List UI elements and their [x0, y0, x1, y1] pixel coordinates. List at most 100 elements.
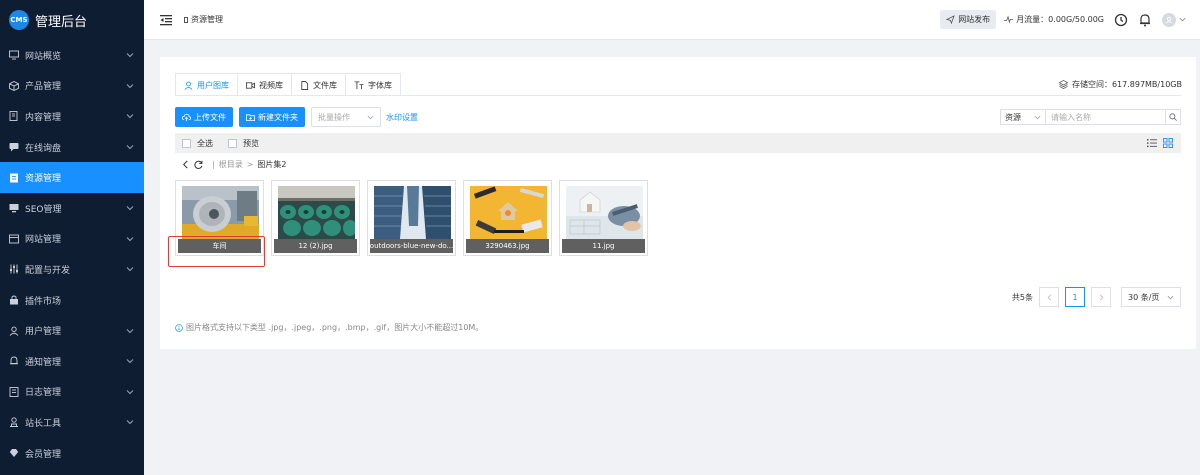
traffic-label: 月流量：0.00G/50.00G: [1016, 15, 1104, 24]
selected-item-highlight: [168, 236, 265, 267]
preview-checkbox[interactable]: [228, 138, 237, 148]
tab-label: 文件库: [313, 80, 337, 90]
file-name: outdoors-blue-new-do...: [370, 239, 453, 253]
upload-label: 上传文件: [194, 112, 226, 122]
log-icon: [9, 386, 19, 397]
history-icon[interactable]: [1114, 13, 1128, 27]
upload-button[interactable]: 上传文件: [175, 107, 233, 127]
file-card[interactable]: 3290463.jpg: [463, 180, 552, 256]
sidebar-item-bell[interactable]: 通知管理: [0, 346, 144, 377]
selection-bar: 全选 预览: [175, 133, 1181, 153]
chevron-down-icon: [1167, 295, 1174, 299]
sidebar-item-chat[interactable]: 在线询盘: [0, 132, 144, 163]
plugin-icon: [10, 295, 18, 305]
watermark-settings-link[interactable]: 水印设置: [386, 112, 418, 123]
tab-user-gallery[interactable]: 用户图库: [176, 74, 238, 96]
page-number[interactable]: 1: [1065, 287, 1085, 307]
sidebar-item-label: 内容管理: [25, 112, 62, 123]
folder-add-icon: [246, 113, 255, 121]
sidebar-item-label: 配置与开发: [25, 265, 71, 276]
path-root[interactable]: 根目录: [219, 159, 243, 170]
chat-icon: [9, 143, 19, 152]
sidebar-item-sliders[interactable]: 配置与开发: [0, 254, 144, 285]
video-icon: [246, 81, 255, 89]
back-icon[interactable]: [182, 160, 189, 169]
search-type-select[interactable]: 资源: [1000, 109, 1046, 125]
chevron-down-icon: [126, 206, 134, 211]
tab-fonts[interactable]: 字体库: [346, 74, 400, 96]
search-input[interactable]: 请输入名称: [1046, 109, 1166, 125]
file-card[interactable]: 12 (2).jpg: [271, 180, 360, 256]
sidebar-item-monitor[interactable]: SEO管理: [0, 193, 144, 224]
sidebar-item-document[interactable]: 内容管理: [0, 101, 144, 132]
bell-icon[interactable]: [1138, 13, 1152, 27]
avatar[interactable]: [1162, 12, 1176, 27]
chevron-down-icon: [126, 114, 134, 119]
publish-label: 网站发布: [958, 15, 991, 24]
select-all-checkbox[interactable]: [182, 138, 191, 148]
sidebar-item-cube[interactable]: 产品管理: [0, 71, 144, 102]
tabs-divider: [175, 95, 1181, 96]
next-page-button[interactable]: [1091, 287, 1111, 307]
batch-placeholder: 批量操作: [318, 112, 350, 122]
breadcrumb-icon: [184, 16, 188, 23]
file-thumbnail-image: [470, 186, 547, 239]
tab-files[interactable]: 文件库: [292, 74, 346, 96]
tab-label: 用户图库: [197, 80, 229, 90]
grid-view-icon[interactable]: [1163, 138, 1173, 148]
sidebar-item-label: 网站概览: [25, 51, 62, 62]
search-type-label: 资源: [1005, 112, 1021, 122]
chevron-down-icon: [126, 84, 134, 89]
page-size-label: 30 条/页: [1128, 292, 1160, 302]
chevron-down-icon: [1034, 115, 1041, 119]
sidebar-item-label: 插件市场: [25, 296, 62, 307]
file-card[interactable]: 11.jpg: [559, 180, 648, 256]
sidebar-item-vip[interactable]: 会员管理: [0, 438, 144, 469]
chevron-right-icon: [1099, 294, 1103, 300]
vip-icon: [9, 449, 19, 458]
publish-button[interactable]: 网站发布: [940, 10, 997, 29]
storage-label: 存储空间：617.897MB/10GB: [1071, 80, 1182, 89]
file-name: 3290463.jpg: [466, 239, 549, 253]
menu-fold-icon[interactable]: [160, 14, 172, 26]
brand-title: 管理后台: [35, 14, 88, 30]
file-card[interactable]: outdoors-blue-new-do...: [367, 180, 456, 256]
search-icon: [1169, 113, 1177, 121]
sidebar: CMS 管理后台 网站概览产品管理内容管理在线询盘 资源管理 SEO管理网站管理配置…: [0, 0, 144, 475]
window-icon: [9, 234, 19, 244]
chevron-down-icon: [126, 328, 134, 333]
cube-icon: [9, 80, 19, 91]
sidebar-item-log[interactable]: 日志管理: [0, 377, 144, 408]
dashboard-icon: [9, 50, 19, 60]
pagination: 共5条 1 30 条/页: [1012, 287, 1181, 307]
sidebar-item-label: 网站管理: [25, 235, 62, 246]
search-button[interactable]: [1166, 109, 1181, 125]
tab-video[interactable]: 视频库: [238, 74, 292, 96]
batch-action-select[interactable]: 批量操作: [311, 107, 381, 127]
sidebar-item-tool[interactable]: 站长工具: [0, 407, 144, 438]
user-icon: [9, 326, 19, 336]
list-view-icon[interactable]: [1147, 138, 1157, 148]
new-folder-button[interactable]: 新建文件夹: [239, 107, 305, 127]
tool-icon: [10, 417, 18, 428]
sidebar-item-dashboard[interactable]: 网站概览: [0, 40, 144, 71]
sidebar-item-plugin[interactable]: 插件市场: [0, 285, 144, 316]
sidebar-item-user[interactable]: 用户管理: [0, 315, 144, 346]
sidebar-item-label: 通知管理: [25, 357, 62, 368]
top-header: 资源管理 网站发布 月流量：0.00G/50.00G: [144, 0, 1200, 40]
page-size-select[interactable]: 30 条/页: [1121, 287, 1181, 307]
chevron-down-icon[interactable]: [1179, 16, 1186, 23]
folder-path: | 根目录 > 图片集2: [182, 159, 287, 170]
brand[interactable]: CMS 管理后台: [0, 0, 144, 40]
prev-page-button[interactable]: [1039, 287, 1059, 307]
chevron-down-icon: [126, 53, 134, 58]
file-thumbnail-image: [374, 186, 451, 239]
preview-label: 预览: [243, 138, 259, 148]
chevron-down-icon: [126, 145, 134, 150]
sidebar-item-folder[interactable]: 资源管理: [0, 162, 144, 193]
pulse-icon: [1004, 15, 1014, 24]
sidebar-nav: 网站概览产品管理内容管理在线询盘 资源管理 SEO管理网站管理配置与开发插件市场用户…: [0, 40, 144, 468]
user-avatar-icon: [1165, 16, 1173, 23]
refresh-icon[interactable]: [194, 160, 203, 169]
sidebar-item-window[interactable]: 网站管理: [0, 224, 144, 255]
